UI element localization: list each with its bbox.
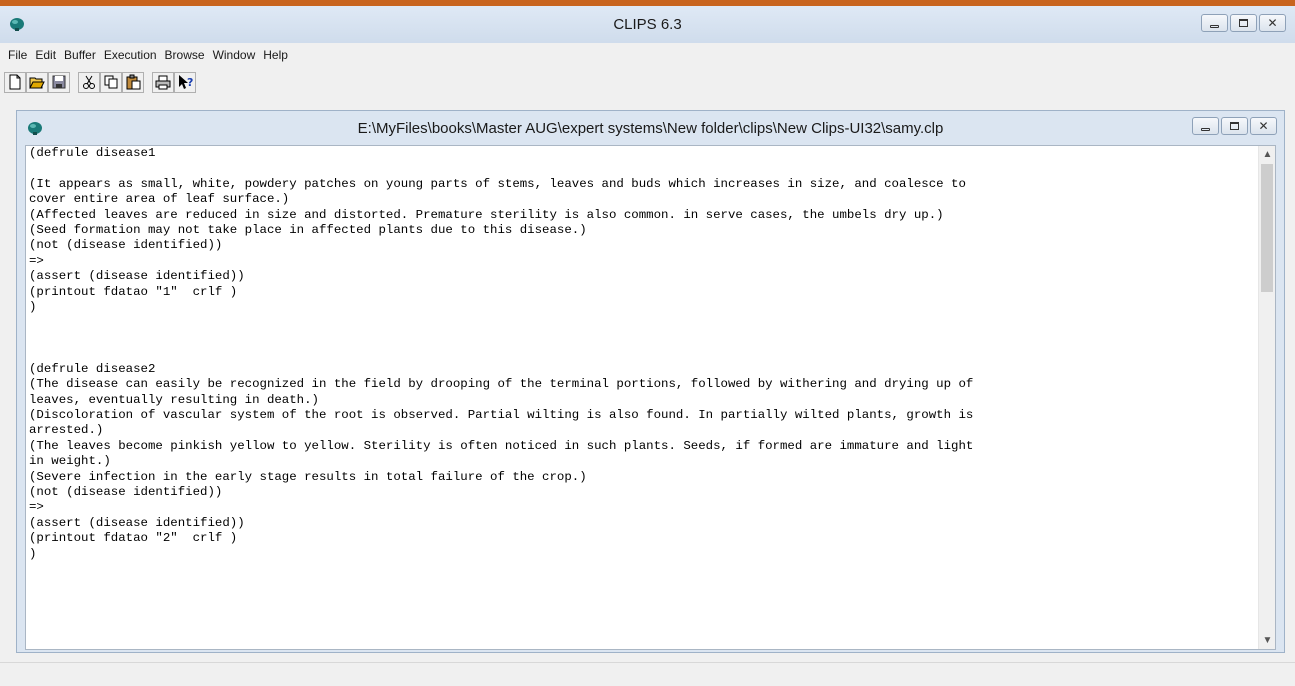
code-line[interactable]: (printout fdatao "2" crlf ) (29, 531, 1258, 546)
code-line[interactable]: (Discoloration of vascular system of the… (29, 408, 1258, 423)
code-editor[interactable]: (defrule disease1 (It appears as small, … (25, 145, 1276, 650)
code-line[interactable] (29, 315, 1258, 330)
document-titlebar[interactable]: E:\MyFiles\books\Master AUG\expert syste… (17, 111, 1284, 145)
status-bar (0, 662, 1295, 686)
printer-icon (155, 75, 171, 90)
code-line[interactable]: ) (29, 547, 1258, 562)
document-close-button[interactable]: ✕ (1250, 117, 1277, 135)
menu-execution[interactable]: Execution (100, 43, 161, 62)
help-button[interactable]: ? (174, 71, 196, 93)
code-line[interactable]: => (29, 254, 1258, 269)
code-line[interactable]: (not (disease identified)) (29, 485, 1258, 500)
scroll-thumb[interactable] (1261, 164, 1273, 292)
code-line[interactable] (29, 346, 1258, 361)
code-line[interactable] (29, 331, 1258, 346)
document-minimize-button[interactable] (1192, 117, 1219, 135)
code-line[interactable]: (defrule disease2 (29, 362, 1258, 377)
context-help-icon: ? (179, 75, 193, 89)
menu-browse[interactable]: Browse (161, 43, 209, 62)
save-button[interactable] (48, 71, 70, 93)
code-line[interactable]: in weight.) (29, 454, 1258, 469)
code-line[interactable]: leaves, eventually resulting in death.) (29, 393, 1258, 408)
save-icon (52, 75, 66, 89)
code-area[interactable]: (defrule disease1 (It appears as small, … (26, 146, 1258, 649)
toolbar: ? (4, 71, 196, 93)
close-icon: ✕ (1267, 16, 1278, 30)
copy-icon (104, 75, 118, 89)
code-line[interactable]: (assert (disease identified)) (29, 516, 1258, 531)
menu-file[interactable]: File (0, 43, 31, 62)
code-line[interactable]: ) (29, 300, 1258, 315)
code-line[interactable]: (It appears as small, white, powdery pat… (29, 177, 1258, 192)
code-line[interactable]: (Affected leaves are reduced in size and… (29, 208, 1258, 223)
code-line[interactable]: arrested.) (29, 423, 1258, 438)
app-title: CLIPS 6.3 (613, 16, 682, 33)
menu-help[interactable]: Help (259, 43, 292, 62)
menu-buffer[interactable]: Buffer (60, 43, 100, 62)
code-line[interactable]: (printout fdatao "1" crlf ) (29, 285, 1258, 300)
vertical-scrollbar[interactable]: ▲ ▼ (1258, 146, 1275, 649)
open-folder-icon (29, 77, 45, 89)
document-maximize-button[interactable] (1221, 117, 1248, 135)
scroll-up-icon[interactable]: ▲ (1259, 146, 1276, 163)
document-window: E:\MyFiles\books\Master AUG\expert syste… (16, 110, 1285, 653)
code-line[interactable]: (not (disease identified)) (29, 238, 1258, 253)
code-line[interactable]: (Severe infection in the early stage res… (29, 470, 1258, 485)
close-icon: ✕ (1258, 119, 1269, 133)
code-text[interactable]: (defrule disease1 (It appears as small, … (26, 146, 1258, 562)
new-file-icon (9, 74, 21, 90)
paste-button[interactable] (122, 71, 144, 93)
code-line[interactable] (29, 161, 1258, 176)
new-button[interactable] (4, 71, 26, 93)
code-line[interactable]: cover entire area of leaf surface.) (29, 192, 1258, 207)
svg-text:?: ? (187, 76, 193, 89)
scroll-down-icon[interactable]: ▼ (1259, 632, 1276, 649)
code-line[interactable]: (defrule disease1 (29, 146, 1258, 161)
open-button[interactable] (26, 71, 48, 93)
cut-button[interactable] (78, 71, 100, 93)
scissors-icon (83, 75, 95, 89)
menu-bar: File Edit Buffer Execution Browse Window Help (0, 43, 1295, 67)
maximize-button[interactable] (1230, 14, 1257, 32)
menu-window[interactable]: Window (209, 43, 260, 62)
code-line[interactable]: => (29, 500, 1258, 515)
print-button[interactable] (152, 71, 174, 93)
paste-icon (126, 74, 141, 90)
code-line[interactable]: (assert (disease identified)) (29, 269, 1258, 284)
minimize-button[interactable] (1201, 14, 1228, 32)
copy-button[interactable] (100, 71, 122, 93)
close-button[interactable]: ✕ (1259, 14, 1286, 32)
app-titlebar[interactable]: CLIPS 6.3 ✕ (0, 6, 1295, 43)
code-line[interactable]: (Seed formation may not take place in af… (29, 223, 1258, 238)
code-line[interactable]: (The leaves become pinkish yellow to yel… (29, 439, 1258, 454)
menu-edit[interactable]: Edit (31, 43, 60, 62)
code-line[interactable]: (The disease can easily be recognized in… (29, 377, 1258, 392)
document-title: E:\MyFiles\books\Master AUG\expert syste… (357, 120, 944, 137)
